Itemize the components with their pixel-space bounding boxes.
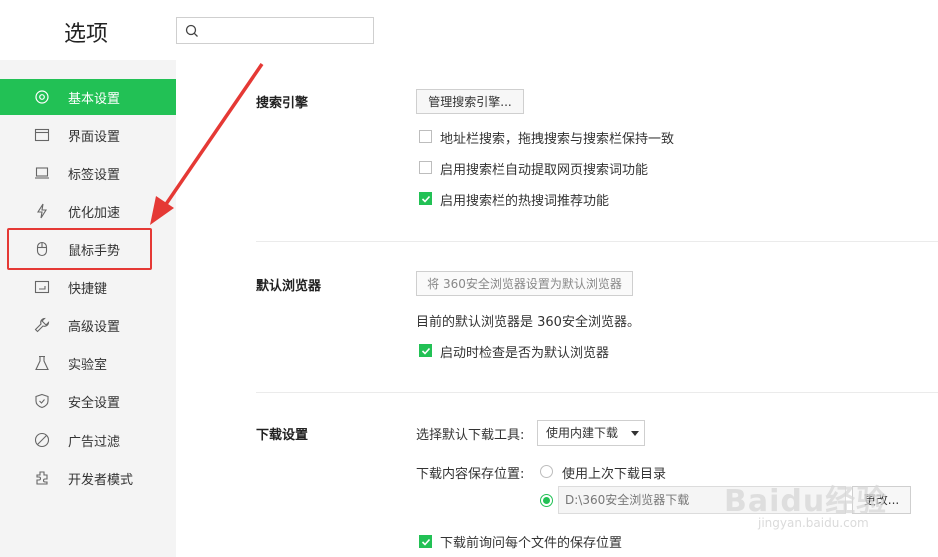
search-input[interactable] xyxy=(176,17,374,44)
option-label: 启用搜索栏的热搜词推荐功能 xyxy=(440,194,610,209)
checkbox-check-default[interactable] xyxy=(419,344,432,357)
sidebar-item-label: 快捷键 xyxy=(68,282,108,297)
checkmark-icon xyxy=(421,538,431,546)
default-browser-status: 目前的默认浏览器是 360安全浏览器。 xyxy=(416,315,640,330)
watermark-url: jingyan.baidu.com xyxy=(758,516,869,530)
sidebar-item-label: 安全设置 xyxy=(68,396,121,411)
section-title-download: 下载设置 xyxy=(256,428,309,443)
radio-custom-path[interactable] xyxy=(540,494,553,507)
option-label: 启动时检查是否为默认浏览器 xyxy=(440,346,610,361)
checkmark-icon xyxy=(421,347,431,355)
checkbox-hot-words[interactable] xyxy=(419,192,432,205)
download-location-label: 下载内容保存位置: xyxy=(416,467,525,482)
sidebar-item-label: 优化加速 xyxy=(68,206,121,221)
keyboard-icon xyxy=(34,280,50,294)
gear-icon xyxy=(35,90,49,104)
sidebar-item-developer[interactable]: 开发者模式 xyxy=(0,460,176,496)
sidebar-item-label: 基本设置 xyxy=(68,92,121,107)
puzzle-icon xyxy=(36,471,48,485)
download-tool-value: 使用内建下载 xyxy=(546,426,619,440)
radio-last-directory[interactable] xyxy=(540,465,553,478)
checkbox-ask-location[interactable] xyxy=(419,535,432,548)
annotation-arrow xyxy=(150,63,264,225)
sidebar-item-label: 开发者模式 xyxy=(68,473,134,488)
set-default-browser-button[interactable]: 将 360安全浏览器设置为默认浏览器 xyxy=(416,271,633,296)
flask-icon xyxy=(35,355,49,371)
search-icon xyxy=(185,24,198,37)
option-label: 启用搜索栏自动提取网页搜索词功能 xyxy=(440,163,649,178)
checkmark-icon xyxy=(421,195,431,203)
sidebar-item-label: 广告过滤 xyxy=(68,435,121,450)
download-tool-label: 选择默认下载工具: xyxy=(416,428,525,443)
section-title-search-engine: 搜索引擎 xyxy=(256,96,309,111)
sidebar-item-label: 标签设置 xyxy=(68,168,121,183)
sidebar-item-adblock[interactable]: 广告过滤 xyxy=(0,422,176,458)
window-icon xyxy=(34,128,50,142)
chevron-down-icon xyxy=(631,431,639,436)
checkbox-address-bar-search[interactable] xyxy=(419,130,432,143)
shield-icon xyxy=(35,393,49,409)
section-divider xyxy=(256,241,938,242)
radio-label: 使用上次下载目录 xyxy=(562,467,667,482)
section-title-default-browser: 默认浏览器 xyxy=(256,279,322,294)
checkbox-auto-extract[interactable] xyxy=(419,161,432,174)
sidebar-item-shortcuts[interactable]: 快捷键 xyxy=(0,269,176,305)
lightning-icon xyxy=(37,203,47,219)
annotation-highlight-box xyxy=(7,228,152,270)
download-tool-select[interactable]: 使用内建下载 xyxy=(537,420,645,446)
watermark-brand: Baidu经验 xyxy=(724,484,888,519)
manage-search-engines-button[interactable]: 管理搜索引擎... xyxy=(416,89,524,114)
sidebar-item-advanced[interactable]: 高级设置 xyxy=(0,307,176,343)
block-icon xyxy=(34,432,50,448)
section-divider xyxy=(256,392,938,393)
sidebar-item-lab[interactable]: 实验室 xyxy=(0,345,176,381)
tab-icon xyxy=(35,167,49,179)
sidebar-item-label: 高级设置 xyxy=(68,320,121,335)
option-label: 地址栏搜索，拖拽搜索与搜索栏保持一致 xyxy=(440,132,675,147)
sidebar-item-security[interactable]: 安全设置 xyxy=(0,383,176,419)
option-label: 下载前询问每个文件的保存位置 xyxy=(440,536,623,551)
page-title: 选项 xyxy=(64,22,109,47)
sidebar-item-label: 界面设置 xyxy=(68,130,121,145)
sidebar-item-label: 实验室 xyxy=(68,358,108,373)
wrench-icon xyxy=(34,317,50,333)
